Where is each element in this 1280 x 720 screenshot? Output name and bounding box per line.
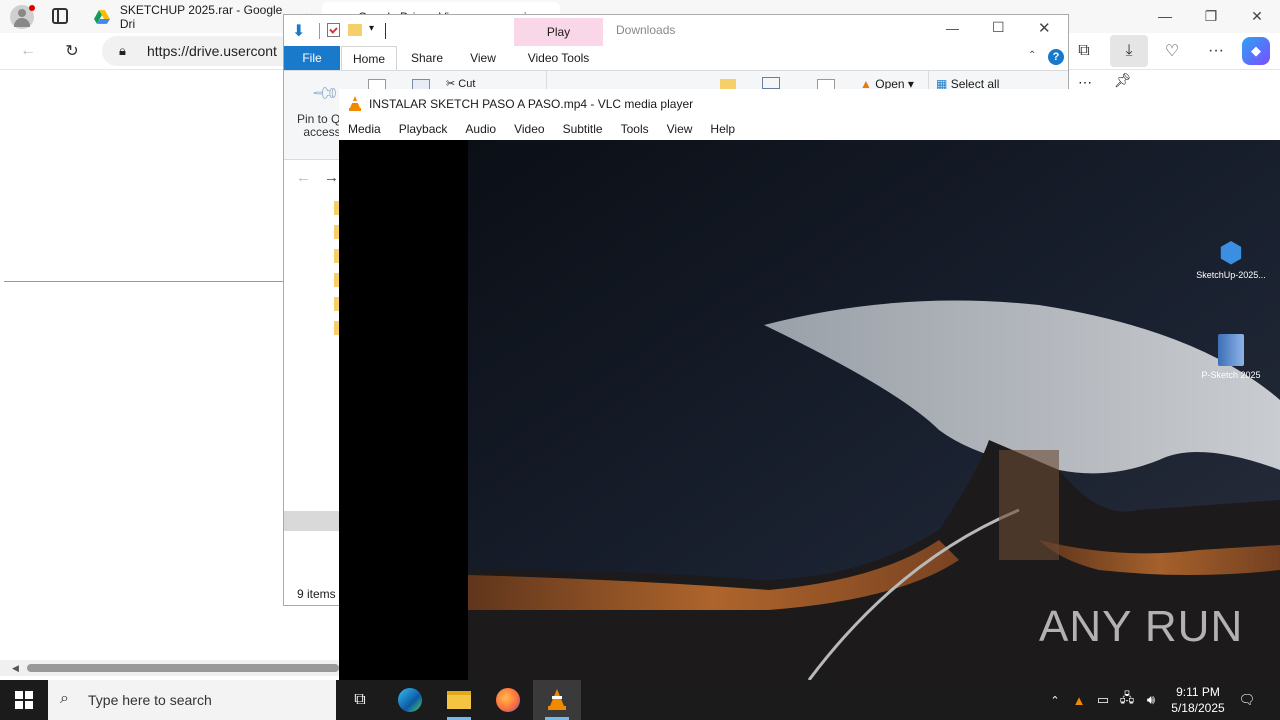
lock-icon: 🔒︎ xyxy=(119,43,126,58)
ribbon-tabs: File Home Share View Video Tools ⌃ ? xyxy=(284,46,1068,70)
notifications-icon[interactable]: 🗨︎ xyxy=(1236,680,1258,720)
anyrun-watermark: ANY RUN xyxy=(1039,602,1244,651)
page-divider xyxy=(4,281,284,282)
desktop-icon-p-sketch[interactable]: P-Sketch 2025 xyxy=(1191,334,1271,380)
menu-media[interactable]: Media xyxy=(339,122,390,136)
downloads-more-icon[interactable]: ⋯ xyxy=(1078,74,1100,90)
explorer-title-bar: ⬇ ▾ Play Downloads ― ☐ ✕ xyxy=(284,15,1068,46)
device-tray-icon[interactable]: ▭ xyxy=(1094,680,1112,720)
menu-video[interactable]: Video xyxy=(505,122,553,136)
folder-icon xyxy=(720,79,736,89)
network-icon[interactable]: 🖧︎ xyxy=(1118,680,1136,720)
minimize-icon[interactable]: ― xyxy=(1142,0,1188,32)
menu-subtitle[interactable]: Subtitle xyxy=(554,122,612,136)
vlc-title-bar: INSTALAR SKETCH PASO A PASO.mp4 - VLC me… xyxy=(339,89,1280,118)
show-hidden-icons-icon[interactable]: ⌃ xyxy=(1046,680,1064,720)
play-context-tab[interactable]: Play xyxy=(514,18,603,46)
forward-arrow-icon[interactable]: → xyxy=(324,169,339,186)
browser-tab-drive[interactable]: SKETCHUP 2025.rar - Google Dri ✕ xyxy=(84,2,314,32)
video-frame xyxy=(339,140,1280,680)
address-bar[interactable]: 🔒︎ https://drive.usercont xyxy=(102,36,302,66)
refresh-icon[interactable]: ↻ xyxy=(56,36,88,66)
pin-icon: 📌︎ xyxy=(310,77,341,109)
downloads-icon[interactable]: ⤓ xyxy=(1110,35,1148,67)
search-placeholder: Type here to search xyxy=(88,692,212,708)
rar-archive-icon xyxy=(1218,334,1244,366)
search-icon: ⌕ xyxy=(60,690,69,707)
settings-more-icon[interactable]: ··· xyxy=(1200,36,1232,66)
volume-icon[interactable]: 🔊︎ xyxy=(1142,680,1160,720)
firefox-taskbar-icon[interactable] xyxy=(484,680,532,720)
tab-home[interactable]: Home xyxy=(341,46,397,70)
file-explorer-taskbar-icon[interactable] xyxy=(435,680,483,720)
back-arrow-icon[interactable]: ← xyxy=(296,169,311,186)
vlc-menu-bar: Media Playback Audio Video Subtitle Tool… xyxy=(339,118,1280,140)
maximize-icon[interactable]: ☐ xyxy=(992,19,1005,36)
sketchup-icon: ⬢ xyxy=(1218,237,1244,268)
clock[interactable]: 9:11 PM 5/18/2025 xyxy=(1162,680,1234,720)
status-item-count: 9 items xyxy=(297,587,336,601)
google-drive-icon xyxy=(94,10,110,24)
customize-qat-icon[interactable]: ▾ xyxy=(369,23,374,34)
move-to-icon[interactable] xyxy=(762,77,780,89)
horizontal-scrollbar[interactable]: ◀ xyxy=(0,660,339,676)
clock-date: 5/18/2025 xyxy=(1171,701,1225,715)
help-icon[interactable]: ? xyxy=(1048,49,1064,65)
video-area[interactable]: ANY RUN xyxy=(339,140,1280,680)
restore-icon[interactable]: ❐ xyxy=(1188,0,1234,32)
tab-title: SKETCHUP 2025.rar - Google Dri xyxy=(119,3,283,31)
close-window-icon[interactable]: ✕ xyxy=(1234,0,1280,32)
window-title: Downloads xyxy=(616,23,676,37)
vlc-taskbar-icon[interactable] xyxy=(533,680,581,720)
clock-time: 9:11 PM xyxy=(1176,685,1220,699)
tab-share[interactable]: Share xyxy=(402,46,452,70)
edge-taskbar-icon[interactable] xyxy=(386,680,434,720)
desktop-icon-label: P-Sketch 2025 xyxy=(1201,370,1261,380)
scroll-left-icon[interactable]: ◀ xyxy=(12,663,19,674)
copilot-icon[interactable]: ◆ xyxy=(1242,37,1270,65)
new-folder-icon[interactable] xyxy=(348,24,362,36)
menu-audio[interactable]: Audio xyxy=(456,122,505,136)
download-arrow-icon: ⬇ xyxy=(292,23,306,40)
menu-tools[interactable]: Tools xyxy=(612,122,658,136)
menu-view[interactable]: View xyxy=(658,122,702,136)
close-window-icon[interactable]: ✕ xyxy=(1038,19,1051,37)
taskbar-search-box[interactable]: ⌕ Type here to search xyxy=(48,680,336,720)
task-view-icon[interactable]: ⧉ xyxy=(336,680,384,720)
vlc-title: INSTALAR SKETCH PASO A PASO.mp4 - VLC me… xyxy=(369,96,694,111)
pin-icon[interactable]: 📌︎ xyxy=(1114,72,1132,89)
taskbar: ⌕ Type here to search ⧉ ⌃ ▲ ▭ 🖧︎ 🔊︎ 9:11… xyxy=(0,680,1280,720)
desktop-icon-sketchup[interactable]: ⬢ SketchUp-2025... xyxy=(1191,236,1271,280)
menu-playback[interactable]: Playback xyxy=(390,122,457,136)
properties-icon[interactable] xyxy=(327,23,340,37)
scrollbar-thumb[interactable] xyxy=(27,664,339,672)
collapse-ribbon-icon[interactable]: ⌃ xyxy=(1028,50,1036,61)
menu-help[interactable]: Help xyxy=(701,122,744,136)
tab-view[interactable]: View xyxy=(458,46,508,70)
tab-video-tools[interactable]: Video Tools xyxy=(514,46,603,70)
back-arrow-icon[interactable]: ← xyxy=(12,36,44,66)
tab-file[interactable]: File xyxy=(284,46,340,70)
vlc-cone-icon xyxy=(349,96,361,111)
tab-actions-icon[interactable] xyxy=(52,8,68,24)
vlc-window: INSTALAR SKETCH PASO A PASO.mp4 - VLC me… xyxy=(339,89,1280,680)
selected-row[interactable] xyxy=(284,511,340,531)
start-button[interactable] xyxy=(0,680,48,720)
profile-avatar[interactable] xyxy=(10,5,35,29)
vlc-tray-icon[interactable]: ▲ xyxy=(1070,680,1088,720)
minimize-icon[interactable]: ― xyxy=(946,21,959,36)
collections-icon[interactable]: ⧉ xyxy=(1068,36,1100,66)
windows-logo-icon xyxy=(15,691,33,709)
desktop-icon-label: SketchUp-2025... xyxy=(1196,270,1266,280)
url-text: https://drive.usercont xyxy=(147,43,277,59)
browser-essentials-icon[interactable]: ♡ xyxy=(1156,36,1188,66)
